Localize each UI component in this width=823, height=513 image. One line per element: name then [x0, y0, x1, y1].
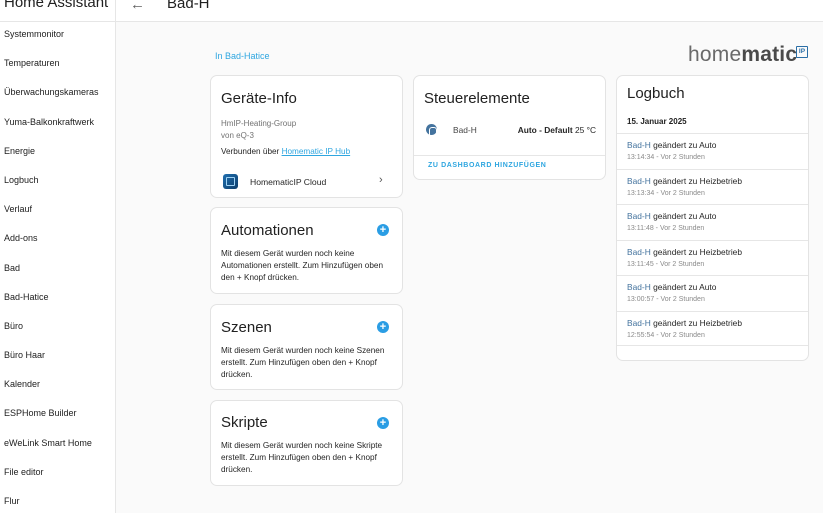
entity-name: Bad-H [453, 125, 477, 135]
log-time: 13:13:34 - Vor 2 Stunden [627, 189, 705, 197]
sidebar-item-ewelink-smart-home[interactable]: eWeLink Smart Home [0, 432, 116, 461]
sidebar-item-energie[interactable]: Energie [0, 140, 116, 169]
log-entry: Bad-H geändert zu Auto 13:00:57 - Vor 2 … [617, 275, 808, 311]
state-temperature: 25 °C [574, 125, 596, 135]
log-entry: Bad-H geändert zu Heizbetrieb 13:13:34 -… [617, 168, 808, 205]
sidebar-item-esphome-builder[interactable]: ESPHome Builder [0, 402, 116, 431]
log-time: 13:11:45 - Vor 2 Stunden [627, 260, 705, 268]
log-line: Bad-H geändert zu Auto [627, 282, 808, 292]
log-entry: Bad-H geändert zu Auto 13:11:48 - Vor 2 … [617, 204, 808, 240]
arrow-left-icon[interactable]: ← [130, 0, 145, 13]
log-message: geändert zu Heizbetrieb [653, 246, 743, 257]
card-title: Skripte [221, 414, 268, 431]
entity-row[interactable]: Bad-H Auto - Default 25 °C [414, 120, 605, 140]
connected-via: Verbunden über Homematic IP Hub [221, 147, 350, 156]
add-scene-button[interactable]: + [377, 321, 389, 333]
log-line: Bad-H geändert zu Heizbetrieb [627, 176, 808, 186]
card-title: Automationen [221, 222, 314, 239]
sidebar-item-bad-hatice[interactable]: Bad-Hatice [0, 286, 116, 315]
state-mode: Auto - Default [517, 125, 573, 135]
log-entity-link[interactable]: Bad-H [627, 211, 651, 221]
sidebar-item-systemmonitor[interactable]: Systemmonitor [0, 23, 116, 52]
brand-prefix: home [688, 43, 742, 66]
entity-state: Auto - Default 25 °C [518, 125, 596, 135]
log-time: 13:00:57 - Vor 2 Stunden [627, 296, 705, 303]
log-line: Bad-H geändert zu Heizbetrieb [627, 318, 808, 328]
area-link[interactable]: In Bad-Hatice [215, 51, 270, 61]
sidebar: Home Assistant Systemmonitor Temperature… [0, 0, 116, 513]
integration-label: HomematicIP Cloud [250, 177, 327, 187]
sidebar-item-ueberwachungskameras[interactable]: Überwachungskameras [0, 81, 116, 110]
empty-text: Mit diesem Gerät wurden noch keine Szene… [221, 346, 385, 379]
sidebar-item-buero[interactable]: Büro [0, 315, 116, 344]
sidebar-item-kalender[interactable]: Kalender [0, 373, 116, 402]
empty-text: Mit diesem Gerät wurden noch keine Skrip… [221, 441, 383, 474]
log-date: 15. Januar 2025 [627, 117, 687, 126]
top-bar: ← Bad-H [116, 0, 823, 22]
card-title: Steuerelemente [424, 90, 530, 107]
brand-bold: matic [741, 43, 798, 66]
log-time: 12:55:54 - Vor 2 Stunden [627, 331, 705, 339]
hub-link[interactable]: Homematic IP Hub [282, 147, 351, 156]
automations-card: Automationen + Mit diesem Gerät wurden n… [210, 207, 403, 294]
sidebar-item-add-ons[interactable]: Add-ons [0, 227, 116, 256]
scenes-card: Szenen + Mit diesem Gerät wurden noch ke… [210, 304, 403, 390]
log-list: Bad-H geändert zu Auto 13:14:34 - Vor 2 … [617, 133, 808, 346]
controls-card: Steuerelemente Bad-H Auto - Default 25 °… [413, 75, 606, 180]
sidebar-item-yuma-balkonkraftwerk[interactable]: Yuma-Balkonkraftwerk [0, 111, 116, 140]
add-script-button[interactable]: + [377, 417, 389, 429]
log-line: Bad-H geändert zu Auto [627, 140, 808, 150]
empty-text: Mit diesem Gerät wurden noch keine Autom… [221, 249, 384, 282]
log-time: 13:14:34 - Vor 2 Stunden [627, 154, 705, 161]
chevron-right-icon: › [379, 174, 383, 186]
sidebar-item-temperaturen[interactable]: Temperaturen [0, 52, 116, 81]
log-entity-link[interactable]: Bad-H [627, 282, 651, 292]
log-message: geändert zu Heizbetrieb [653, 317, 743, 328]
sidebar-item-flur[interactable]: Flur [0, 490, 116, 513]
divider [0, 21, 116, 22]
page-title: Bad-H [167, 0, 210, 12]
sidebar-item-logbuch[interactable]: Logbuch [0, 169, 116, 198]
log-line: Bad-H geändert zu Heizbetrieb [627, 247, 808, 257]
card-title: Geräte-Info [221, 90, 297, 107]
log-entry: Bad-H geändert zu Auto 13:14:34 - Vor 2 … [617, 133, 808, 169]
thermostat-icon [426, 124, 437, 135]
sidebar-item-buero-haar[interactable]: Büro Haar [0, 344, 116, 373]
sidebar-item-bad[interactable]: Bad [0, 257, 116, 286]
card-title: Szenen [221, 319, 272, 336]
device-manufacturer: von eQ-3 [221, 131, 254, 140]
device-info-card: Geräte-Info HmIP-Heating-Group von eQ-3 … [210, 75, 403, 198]
add-automation-button[interactable]: + [377, 224, 389, 236]
device-model: HmIP-Heating-Group [221, 119, 297, 128]
homematic-logo: homematic [688, 43, 797, 67]
sidebar-nav: Systemmonitor Temperaturen Überwachungsk… [0, 23, 116, 513]
logbook-card: Logbuch 15. Januar 2025 Bad-H geändert z… [616, 75, 809, 361]
log-time: 13:11:48 - Vor 2 Stunden [627, 225, 705, 232]
sidebar-item-verlauf[interactable]: Verlauf [0, 198, 116, 227]
log-entity-link[interactable]: Bad-H [627, 318, 651, 328]
add-to-dashboard-button[interactable]: ZU DASHBOARD HINZUFÜGEN [428, 162, 546, 169]
app-title: Home Assistant [4, 0, 109, 11]
homematic-cloud-icon [223, 174, 238, 189]
divider [414, 155, 605, 156]
connected-prefix: Verbunden über [221, 147, 280, 156]
log-message: geändert zu Auto [653, 211, 717, 221]
sidebar-item-file-editor[interactable]: File editor [0, 461, 116, 490]
log-entity-link[interactable]: Bad-H [627, 247, 651, 257]
log-entry: Bad-H geändert zu Heizbetrieb 13:11:45 -… [617, 239, 808, 276]
log-entity-link[interactable]: Bad-H [627, 176, 651, 186]
integration-row[interactable]: HomematicIP Cloud › [211, 170, 402, 194]
ip-badge-icon: IP [796, 46, 808, 58]
scripts-card: Skripte + Mit diesem Gerät wurden noch k… [210, 400, 403, 486]
log-message: geändert zu Auto [653, 140, 717, 150]
log-message: geändert zu Auto [653, 282, 717, 292]
card-title: Logbuch [627, 85, 685, 102]
log-entity-link[interactable]: Bad-H [627, 140, 651, 150]
log-entry: Bad-H geändert zu Heizbetrieb 12:55:54 -… [617, 310, 808, 346]
log-message: geändert zu Heizbetrieb [653, 175, 743, 186]
log-line: Bad-H geändert zu Auto [627, 211, 808, 221]
